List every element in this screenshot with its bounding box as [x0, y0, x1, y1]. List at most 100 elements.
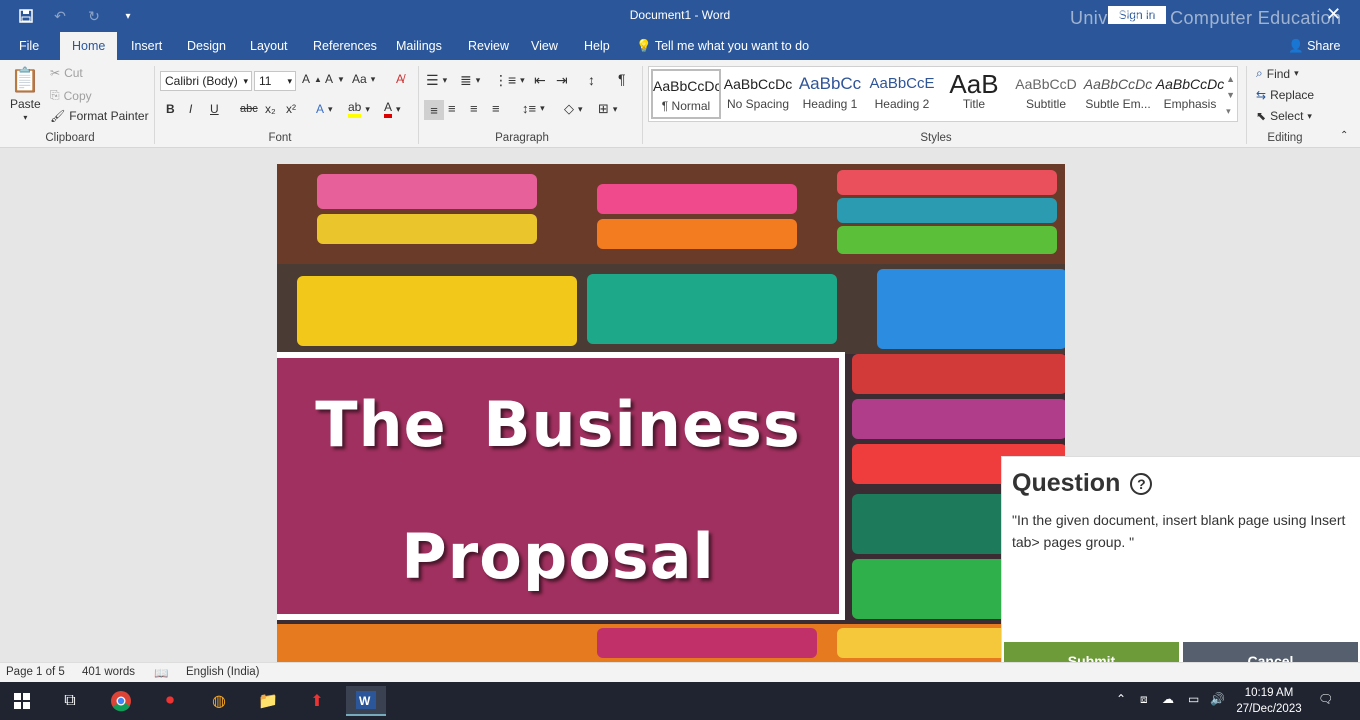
borders-icon[interactable]: ⊞ ▾	[598, 101, 617, 117]
tab-help[interactable]: Help	[572, 32, 622, 60]
collapse-ribbon-icon[interactable]: ⌃	[1340, 130, 1348, 141]
sort-icon[interactable]: ↕	[588, 72, 595, 88]
change-case-label: Aa	[352, 72, 367, 86]
font-color-icon[interactable]: A ▾	[384, 100, 401, 118]
proofing-icon[interactable]: 📖	[154, 666, 168, 680]
bullets-icon[interactable]: ☰ ▾	[426, 72, 447, 89]
upload-app-icon[interactable]: ⬆	[297, 686, 337, 716]
align-center-icon[interactable]: ≡	[448, 101, 456, 116]
network-icon[interactable]: ▭	[1188, 692, 1199, 706]
share-label: Share	[1307, 39, 1341, 53]
file-explorer-icon[interactable]: 📁	[248, 686, 288, 716]
tab-design[interactable]: Design	[175, 32, 238, 60]
style-no-spacing[interactable]: AaBbCcDc No Spacing	[723, 69, 793, 119]
fabric-stack	[597, 219, 797, 249]
fabric-stack	[852, 399, 1065, 439]
style-name: Emphasis	[1163, 97, 1217, 111]
style-emphasis[interactable]: AaBbCcDc Emphasis	[1155, 69, 1225, 119]
task-view-icon[interactable]: ⧉	[50, 686, 90, 716]
underline-button[interactable]: U	[210, 102, 219, 116]
tab-view[interactable]: View	[519, 32, 570, 60]
page-count[interactable]: Page 1 of 5	[6, 666, 65, 678]
cloud-icon[interactable]: ☁	[1162, 692, 1174, 706]
help-icon[interactable]: ?	[1130, 472, 1153, 495]
copy-button[interactable]: ⎘ Copy	[50, 88, 92, 103]
paintbrush-icon: 🖌	[50, 109, 66, 123]
app-icon[interactable]: ◍	[199, 686, 239, 716]
paste-button[interactable]: 📋 Paste ▾	[10, 66, 41, 122]
strikethrough-button[interactable]: abc	[240, 103, 258, 115]
styles-gallery: AaBbCcDc ¶ Normal AaBbCcDc No Spacing Aa…	[648, 66, 1238, 122]
style-subtle-emphasis[interactable]: AaBbCcDc Subtle Em...	[1083, 69, 1153, 119]
decrease-indent-icon[interactable]: ⇤	[534, 72, 546, 89]
tab-references[interactable]: References	[301, 32, 389, 60]
tab-layout[interactable]: Layout	[238, 32, 300, 60]
font-size-field[interactable]: 11 ▾	[254, 71, 296, 91]
lightbulb-icon: 💡	[636, 39, 652, 53]
format-painter-button[interactable]: 🖌 Format Painter	[50, 109, 149, 123]
align-right-icon[interactable]: ≡	[470, 101, 478, 116]
clock[interactable]: 10:19 AM 27/Dec/2023	[1236, 685, 1302, 717]
style-subtitle[interactable]: AaBbCcD Subtitle	[1011, 69, 1081, 119]
find-button[interactable]: ⌕ Find ▾	[1256, 66, 1299, 81]
group-divider	[1246, 66, 1247, 144]
style-heading-2[interactable]: AaBbCcE Heading 2	[867, 69, 937, 119]
language-indicator[interactable]: English (India)	[186, 666, 260, 678]
chevron-up-icon[interactable]: ⌃	[1116, 692, 1126, 706]
windows-start-icon[interactable]	[2, 686, 42, 716]
device-icon[interactable]: ⧈	[1140, 692, 1148, 707]
cut-button[interactable]: ✂ Cut	[50, 66, 83, 80]
gallery-scroll-icon[interactable]: ▲ ▼ ▾	[1226, 71, 1235, 119]
superscript-button[interactable]: x²	[286, 102, 296, 116]
title-text-box[interactable]: The Business Proposal	[277, 352, 845, 620]
word-count[interactable]: 401 words	[82, 666, 135, 678]
multilevel-list-icon[interactable]: ⋮≡ ▾	[494, 72, 525, 89]
paragraph-group-label: Paragraph	[495, 132, 549, 144]
style-title[interactable]: AaB Title	[939, 69, 1009, 119]
chrome-icon[interactable]	[101, 686, 141, 716]
close-icon[interactable]: ✕	[1326, 4, 1341, 25]
tell-me-search[interactable]: 💡 Tell me what you want to do	[636, 32, 809, 60]
shrink-font-button[interactable]: A ▼	[325, 72, 345, 86]
share-button[interactable]: 👤 Share	[1288, 32, 1340, 60]
fabric-stack	[837, 198, 1057, 223]
text-effects-icon[interactable]: A ▾	[316, 102, 333, 116]
recorder-icon[interactable]: ⏺	[150, 686, 190, 716]
line-spacing-icon[interactable]: ↕≡ ▾	[522, 101, 545, 116]
highlight-icon[interactable]: ab ▾	[348, 100, 370, 118]
volume-icon[interactable]: 🔊	[1210, 692, 1225, 706]
show-formatting-icon[interactable]: ¶	[618, 71, 626, 87]
increase-indent-icon[interactable]: ⇥	[556, 72, 568, 89]
style-name: Subtle Em...	[1085, 97, 1151, 111]
style-normal[interactable]: AaBbCcDc ¶ Normal	[651, 69, 721, 119]
tab-mailings[interactable]: Mailings	[384, 32, 454, 60]
title-bar: ↶ ↻ ▾ Document1 - Word Sign in UniveBan’…	[0, 0, 1360, 32]
shading-icon[interactable]: ◇ ▾	[564, 101, 583, 117]
document-page[interactable]: The Business Proposal	[277, 164, 1065, 662]
watermark-text: UniveBan’s Computer Education	[1070, 8, 1342, 28]
chevron-down-icon: ▾	[287, 76, 292, 86]
fabric-stack	[852, 354, 1065, 394]
font-name-field[interactable]: Calibri (Body) ▾	[160, 71, 252, 91]
fabric-stack	[837, 226, 1057, 254]
numbering-icon[interactable]: ≣ ▾	[460, 72, 480, 89]
find-label: Find	[1266, 66, 1291, 81]
word-taskbar-icon[interactable]: W	[346, 686, 386, 716]
change-case-button[interactable]: Aa ▾	[352, 72, 375, 86]
clear-formatting-icon[interactable]: A̸	[396, 72, 404, 86]
align-left-icon[interactable]: ≡	[424, 100, 444, 120]
italic-button[interactable]: I	[189, 102, 192, 116]
tab-review[interactable]: Review	[456, 32, 521, 60]
fabric-stack	[597, 184, 797, 214]
tab-file[interactable]: File	[7, 32, 51, 60]
style-heading-1[interactable]: AaBbCc Heading 1	[795, 69, 865, 119]
bold-button[interactable]: B	[166, 102, 175, 116]
justify-icon[interactable]: ≡	[492, 101, 500, 116]
subscript-button[interactable]: x₂	[265, 102, 276, 116]
notification-icon[interactable]: 🗨	[1318, 692, 1333, 706]
replace-button[interactable]: ⇆ Replace	[1256, 88, 1314, 102]
tab-home[interactable]: Home	[60, 32, 118, 60]
tab-insert[interactable]: Insert	[119, 32, 174, 60]
grow-font-button[interactable]: A ▲	[302, 72, 322, 86]
select-button[interactable]: ⬉ Select ▾	[1256, 109, 1312, 123]
